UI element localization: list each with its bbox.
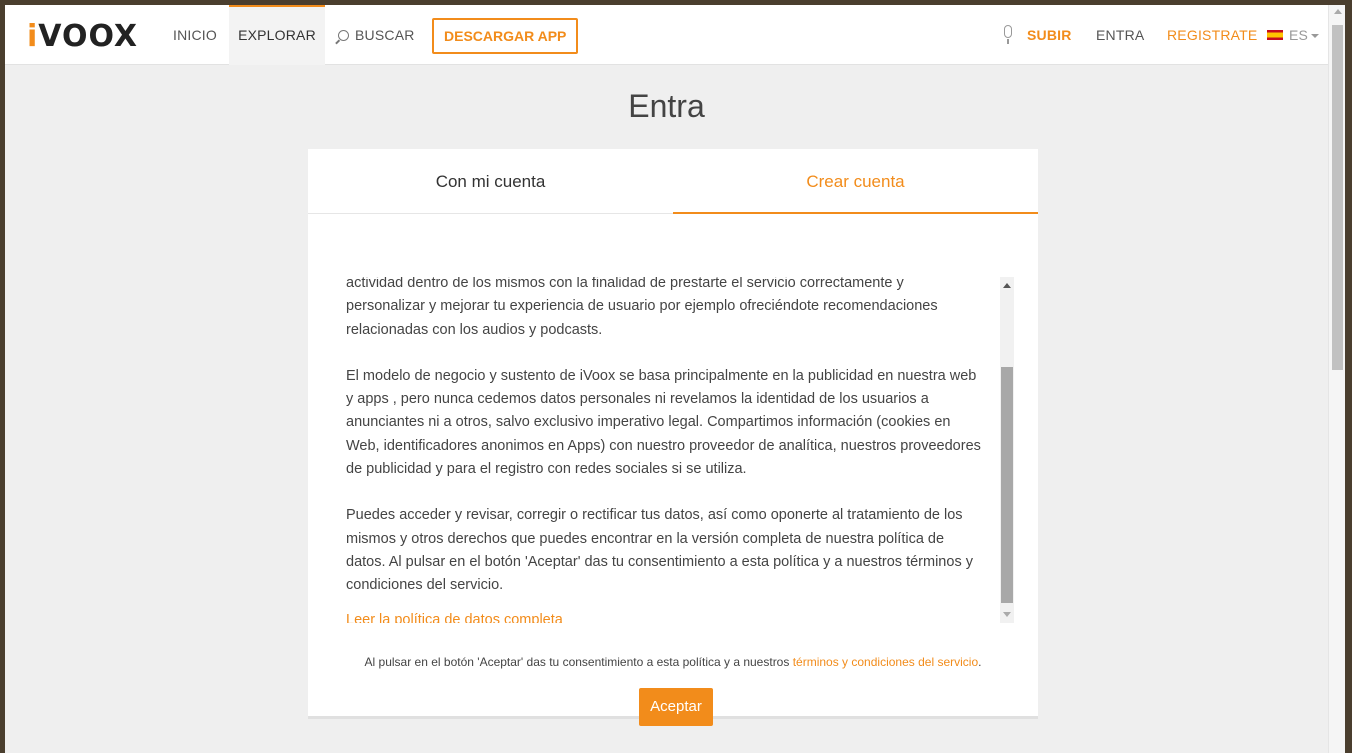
nav-explorar[interactable]: EXPLORAR [229,5,325,65]
top-navigation-bar: iVOOX INICIO EXPLORAR BUSCAR DESCARGAR A… [5,5,1328,65]
ivoox-logo[interactable]: iVOOX [27,19,138,54]
nav-subir[interactable]: SUBIR [1027,5,1072,65]
consent-notice: Al pulsar en el botón 'Aceptar' das tu c… [308,655,1038,669]
tab-con-mi-cuenta[interactable]: Con mi cuenta [308,149,673,214]
spain-flag-icon [1267,30,1283,40]
page-title: Entra [628,88,705,124]
tab-crear-cuenta[interactable]: Crear cuenta [673,149,1038,214]
browser-viewport: iVOOX INICIO EXPLORAR BUSCAR DESCARGAR A… [5,5,1345,753]
scroll-down-arrow-icon[interactable] [1003,612,1011,617]
page-scrollbar[interactable] [1328,5,1345,753]
full-policy-link[interactable]: Leer la política de datos completa [346,609,986,623]
privacy-terms-scrollbox[interactable]: actividad dentro de los mismos con la fi… [346,277,1014,623]
privacy-terms-text: actividad dentro de los mismos con la fi… [346,277,986,623]
logo-i: i [27,19,39,54]
language-selector[interactable]: ES [1289,5,1320,65]
terms-paragraph: actividad dentro de los mismos con la fi… [346,277,938,338]
terms-paragraph: Puedes acceder y revisar, corregir o rec… [346,507,973,594]
terms-scrollbar-thumb[interactable] [1001,367,1013,603]
scroll-up-arrow-icon[interactable] [1334,9,1342,14]
accept-button[interactable]: Aceptar [639,688,713,726]
logo-text: VOOX [38,19,139,54]
download-app-button[interactable]: DESCARGAR APP [432,18,579,54]
nav-inicio[interactable]: INICIO [173,5,217,65]
terms-scrollbar[interactable] [1000,277,1014,623]
search-icon [338,30,349,41]
language-label: ES [1289,27,1309,43]
scroll-up-arrow-icon[interactable] [1003,283,1011,288]
nav-entra[interactable]: ENTRA [1096,5,1144,65]
terms-conditions-link[interactable]: términos y condiciones del servicio [793,655,978,669]
nav-buscar[interactable]: BUSCAR [338,5,415,65]
auth-card: Con mi cuenta Crear cuenta actividad den… [308,149,1038,726]
nav-registrate[interactable]: REGISTRATE [1167,5,1257,65]
consent-text: Al pulsar en el botón 'Aceptar' das tu c… [364,655,793,669]
microphone-icon [1004,25,1012,44]
page-scrollbar-thumb[interactable] [1332,25,1343,370]
consent-end: . [978,655,982,669]
terms-paragraph: El modelo de negocio y sustento de iVoox… [346,367,981,478]
chevron-down-icon [1311,34,1320,38]
nav-buscar-label: BUSCAR [355,27,415,43]
